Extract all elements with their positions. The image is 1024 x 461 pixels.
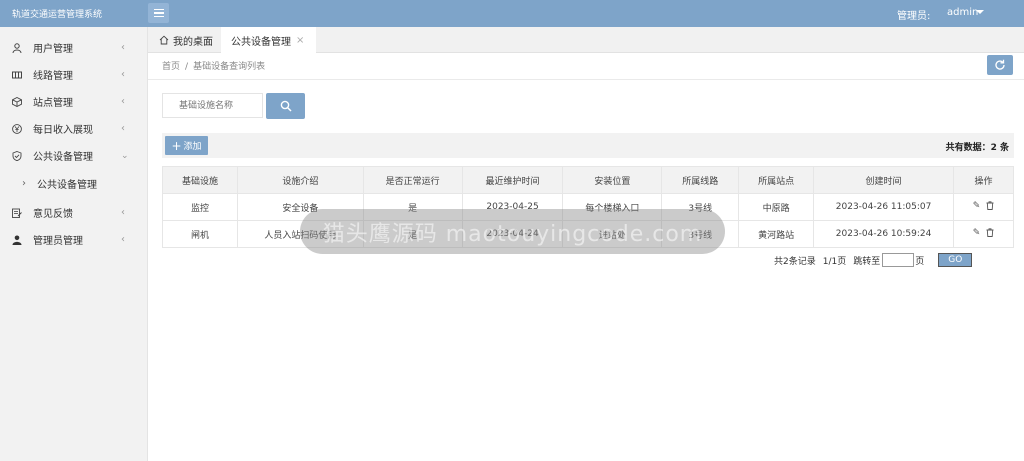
tab-home[interactable]: 我的桌面 [148, 27, 221, 53]
chevron-left-icon: ‹ [121, 123, 125, 134]
actions-cell: ✎ [952, 193, 1015, 221]
home-icon [159, 35, 169, 45]
table-cell: 监控 [162, 193, 238, 221]
sidebar-item-label: 管理员管理 [33, 236, 83, 247]
plus-icon: + [171, 138, 182, 153]
actions-cell: ✎ [952, 220, 1015, 248]
shield-icon [12, 150, 22, 161]
edit-icon[interactable]: ✎ [973, 201, 981, 213]
table-cell: 2023-04-26 10:59:24 [813, 220, 954, 248]
sidebar-item-route-management[interactable]: 线路管理 ‹ [0, 61, 148, 88]
watermark-overlay: 猫头鹰源码 maotouyingcode.com [300, 209, 725, 254]
tab-public-equipment[interactable]: 公共设备管理 × [221, 27, 316, 53]
breadcrumb-home[interactable]: 首页 [162, 62, 180, 72]
admin-label: 管理员: [897, 11, 931, 22]
sidebar-item-daily-income[interactable]: 每日收入展现 ‹ [0, 115, 148, 142]
column-header: 基础设施 [162, 166, 238, 194]
breadcrumb: 首页 / 基础设备查询列表 [162, 59, 265, 72]
trash-icon[interactable] [986, 201, 994, 213]
chevron-left-icon: ‹ [121, 234, 125, 245]
app-title: 轨道交通运营管理系统 [12, 10, 103, 20]
pagination: 共2条记录 1/1页 跳转至 页 GO [774, 253, 973, 267]
menu-toggle-button[interactable] [148, 3, 169, 23]
chevron-left-icon: ‹ [121, 42, 125, 53]
column-header: 安装位置 [562, 166, 663, 194]
column-header: 创建时间 [813, 166, 954, 194]
close-icon[interactable]: × [296, 35, 304, 46]
tab-home-label: 我的桌面 [173, 36, 213, 48]
sidebar-item-label: 意见反馈 [33, 209, 73, 220]
sidebar-item-label: 线路管理 [33, 71, 73, 82]
sidebar: 用户管理 ‹ 线路管理 ‹ 站点管理 ‹ 每日收入展现 ‹ 公共设备管理 ⌄ ›… [0, 27, 148, 461]
refresh-icon [994, 59, 1006, 71]
search-button[interactable] [266, 93, 305, 119]
sidebar-item-feedback[interactable]: 意见反馈 ‹ [0, 199, 148, 226]
admin-user-menu[interactable]: admin [947, 7, 978, 18]
sidebar-item-label: 站点管理 [33, 98, 73, 109]
add-button-label: 添加 [183, 142, 202, 152]
sidebar-item-admin-management[interactable]: 管理员管理 ‹ [0, 226, 148, 253]
route-icon [12, 70, 22, 80]
sidebar-item-public-equipment[interactable]: 公共设备管理 ⌄ [0, 142, 148, 169]
refresh-button[interactable] [987, 55, 1013, 75]
feedback-icon [12, 208, 22, 218]
search-icon [280, 100, 292, 112]
go-button[interactable]: GO [938, 253, 973, 267]
sidebar-subitem-public-equipment[interactable]: › 公共设备管理 [0, 170, 148, 197]
caret-down-icon[interactable] [976, 10, 984, 14]
chevron-left-icon: ‹ [121, 96, 125, 107]
column-header: 所属线路 [661, 166, 740, 194]
table-cell: 黄河路站 [738, 220, 815, 248]
sidebar-item-label: 用户管理 [33, 44, 73, 55]
tab-bar: 我的桌面 公共设备管理 × [148, 27, 1024, 53]
hamburger-icon [153, 9, 164, 17]
column-header: 操作 [952, 166, 1015, 194]
breadcrumb-current: 基础设备查询列表 [193, 62, 266, 72]
page-unit-label: 页 [915, 256, 925, 267]
page-indicator: 1/1页 [822, 256, 847, 267]
table-cell: 中原路 [738, 193, 815, 221]
sidebar-item-station-management[interactable]: 站点管理 ‹ [0, 88, 148, 115]
edit-icon[interactable]: ✎ [973, 228, 981, 240]
add-button[interactable]: + 添加 [165, 136, 208, 155]
sidebar-item-label: 公共设备管理 [33, 152, 93, 163]
table-cell: 闸机 [162, 220, 238, 248]
sidebar-subitem-label: 公共设备管理 [37, 180, 97, 191]
sidebar-item-label: 每日收入展现 [33, 125, 93, 136]
user-icon [12, 42, 22, 53]
chevron-right-icon: › [22, 178, 26, 189]
table-header-row: 基础设施 设施介绍 是否正常运行 最近维护时间 安装位置 所属线路 所属站点 创… [162, 166, 1015, 194]
column-header: 设施介绍 [236, 166, 364, 194]
chevron-down-icon: ⌄ [121, 150, 129, 161]
total-count: 共有数据：2 条 [945, 143, 1009, 153]
page-jump-input[interactable] [882, 253, 915, 267]
main-content: 首页 / 基础设备查询列表 + 添加 共有数据：2 条 基础设施 设施介绍 是否正常… [148, 53, 1024, 461]
yen-icon [12, 123, 22, 134]
admin-icon [12, 235, 22, 245]
column-header: 最近维护时间 [461, 166, 564, 194]
breadcrumb-separator: / [185, 62, 189, 72]
record-summary: 共2条记录 [774, 256, 816, 267]
divider [148, 79, 1024, 80]
sidebar-item-user-management[interactable]: 用户管理 ‹ [0, 34, 148, 61]
trash-icon[interactable] [986, 228, 994, 240]
tab-active-label: 公共设备管理 [231, 36, 291, 48]
column-header: 所属站点 [738, 166, 815, 194]
chevron-left-icon: ‹ [121, 69, 125, 80]
cube-icon [12, 96, 22, 107]
search-input[interactable] [162, 93, 263, 118]
top-bar: 轨道交通运营管理系统 管理员: admin [0, 0, 1024, 27]
chevron-left-icon: ‹ [121, 207, 125, 218]
jump-label: 跳转至 [853, 256, 881, 267]
table-cell: 2023-04-26 11:05:07 [813, 193, 954, 221]
table-toolbar: + 添加 共有数据：2 条 [162, 133, 1014, 158]
column-header: 是否正常运行 [362, 166, 463, 194]
